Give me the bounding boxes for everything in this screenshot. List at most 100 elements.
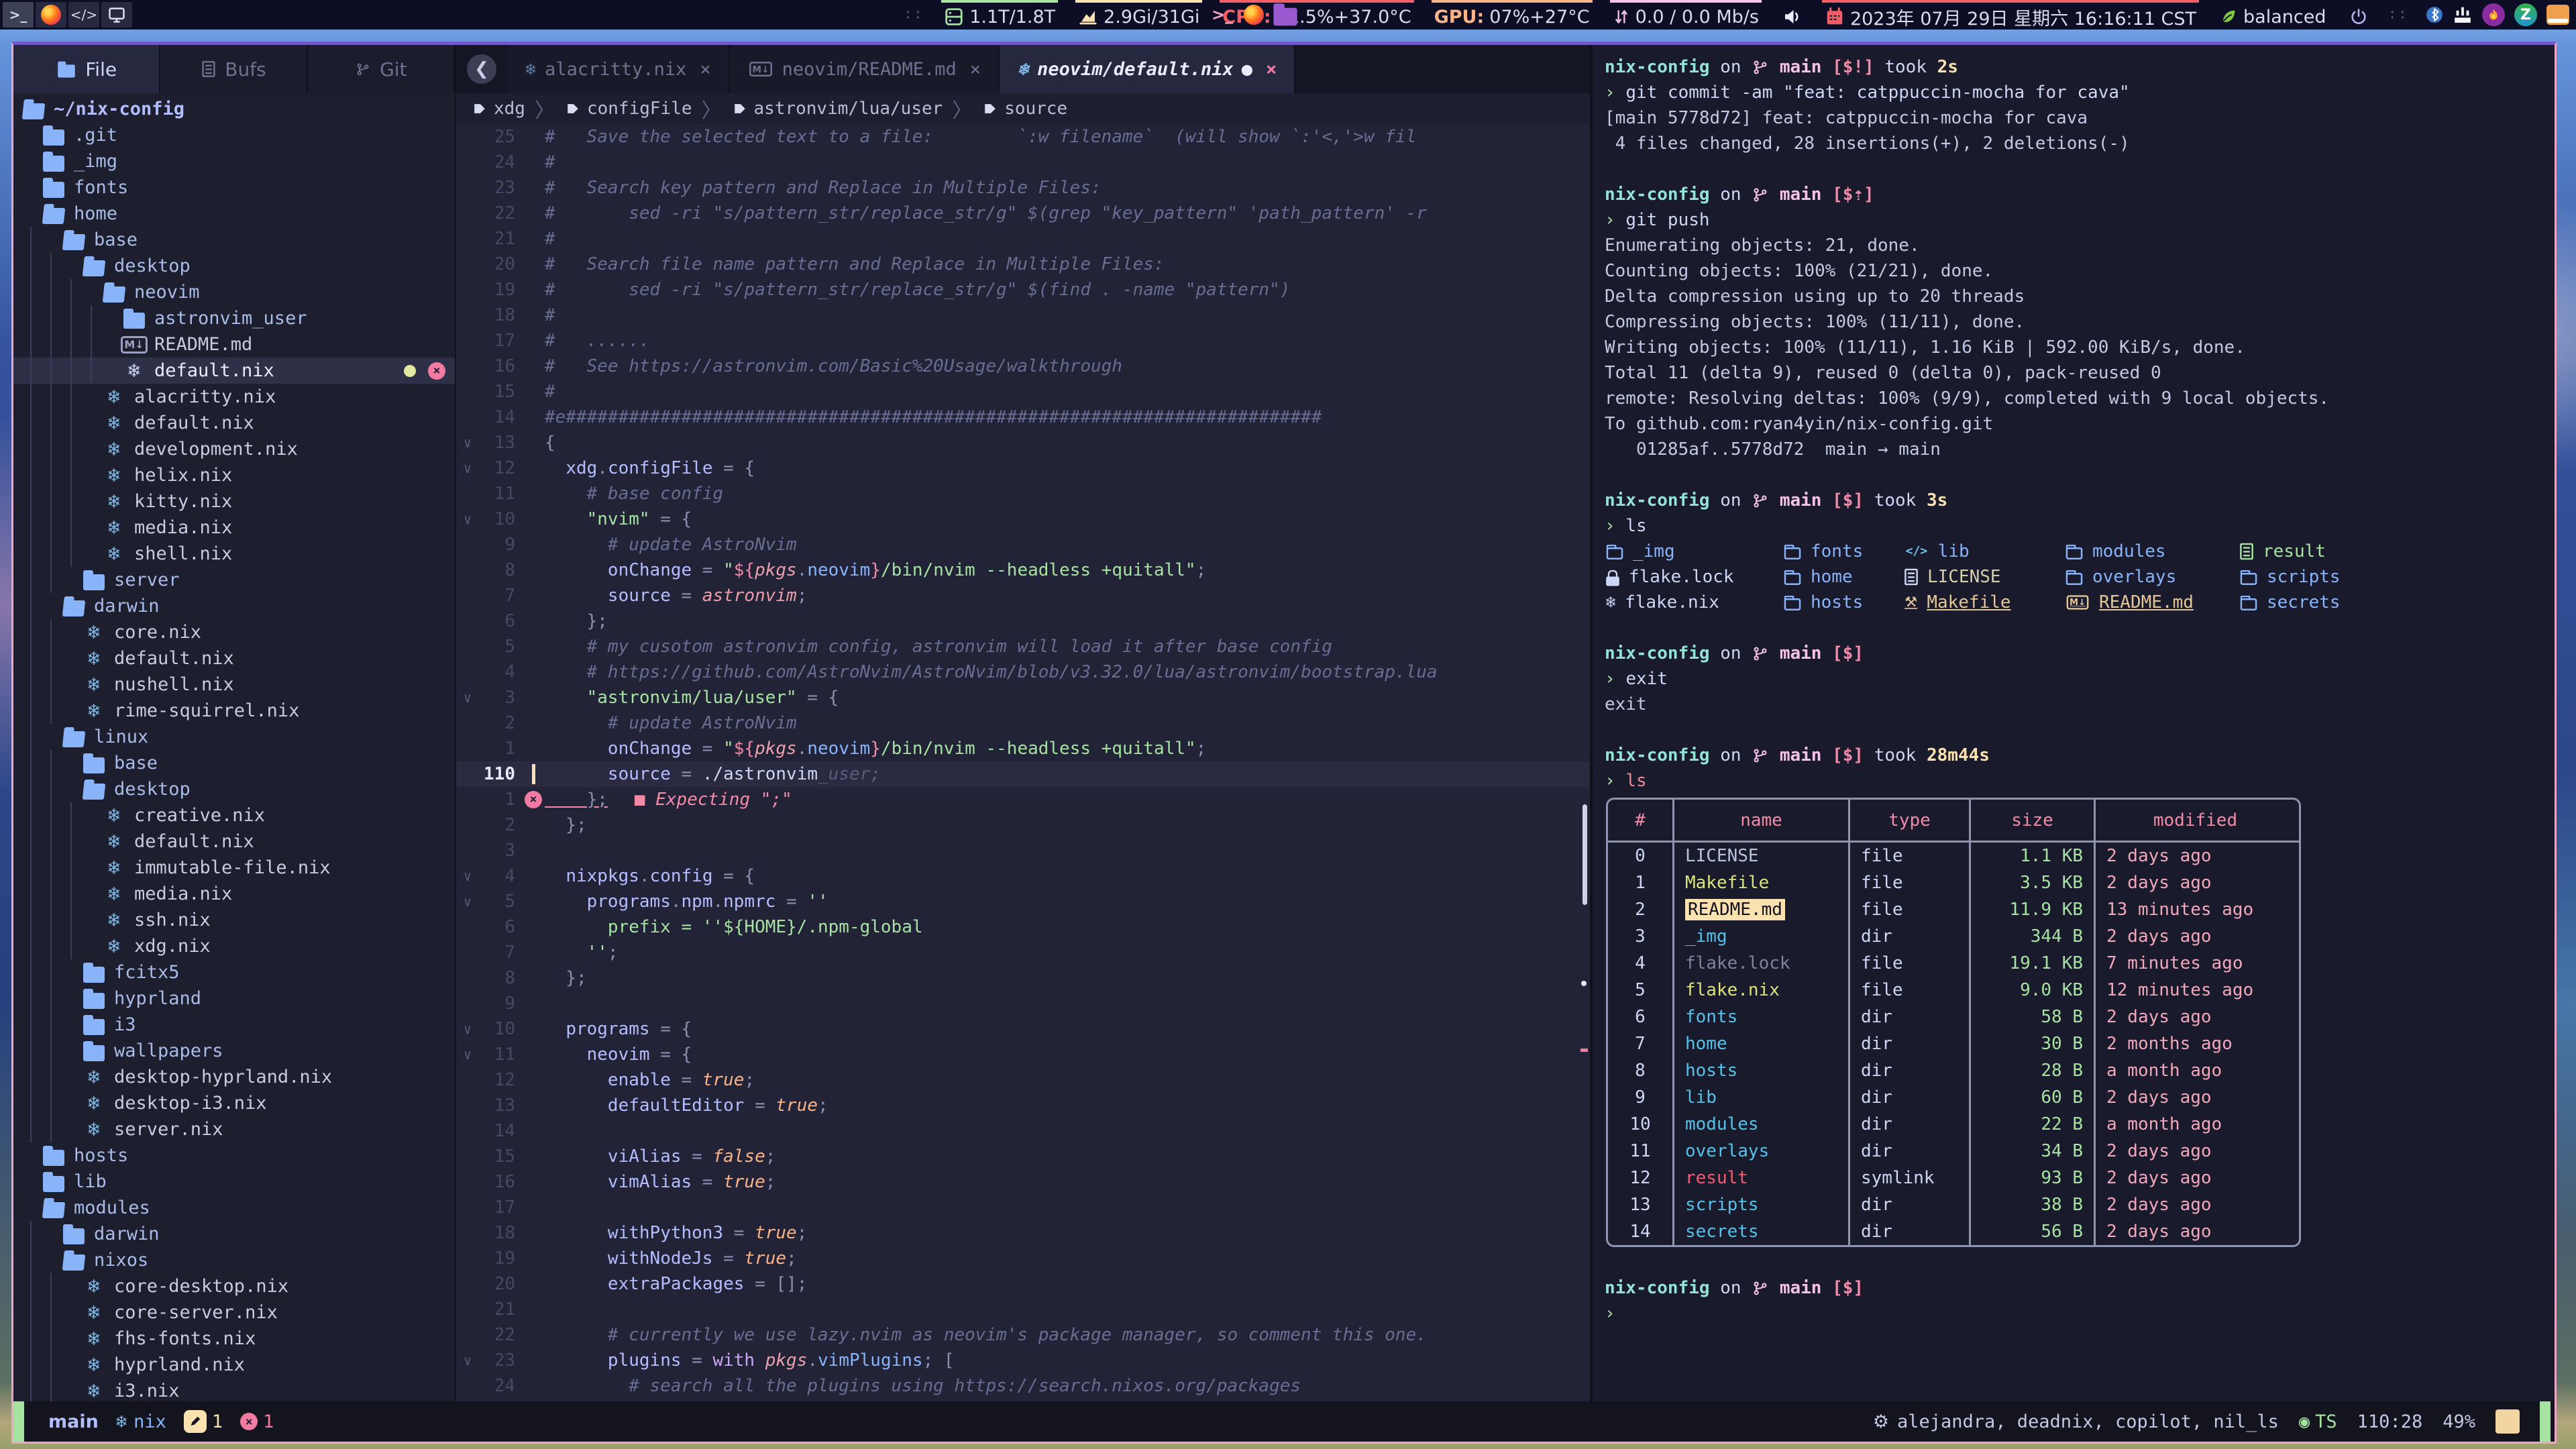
launch-terminal-icon[interactable]: >_ xyxy=(1212,5,1233,24)
code-line[interactable]: ∨10 programs = { xyxy=(456,1016,1590,1042)
tree-item[interactable]: .git xyxy=(13,122,455,148)
code-line[interactable]: 7 source = astronvim; xyxy=(456,583,1590,608)
tree-item[interactable]: ❄development.nix xyxy=(13,436,455,462)
tree-item[interactable]: ❄media.nix xyxy=(13,515,455,541)
tree-item[interactable]: _img xyxy=(13,148,455,174)
tab-scroll-left-button[interactable]: ❮ xyxy=(467,54,496,84)
tree-item[interactable]: desktop xyxy=(13,253,455,279)
code-line[interactable]: 11 # base config xyxy=(456,481,1590,506)
code-line[interactable]: 15# xyxy=(456,379,1590,405)
tree-item[interactable]: ❄helix.nix xyxy=(13,462,455,488)
book-icon[interactable] xyxy=(2546,5,2569,25)
ls-entry[interactable]: overlays xyxy=(2064,564,2239,590)
tree-item[interactable]: ❄nushell.nix xyxy=(13,672,455,698)
ls-entry[interactable]: hosts xyxy=(1782,590,1903,615)
fcitx-icon[interactable] xyxy=(2453,5,2473,25)
code-line[interactable]: ∨4 nixpkgs.config = { xyxy=(456,863,1590,889)
close-icon[interactable]: × xyxy=(700,59,710,80)
ls-entry[interactable]: home xyxy=(1782,564,1903,590)
tree-item[interactable]: neovim xyxy=(13,279,455,305)
tree-item[interactable]: nixos xyxy=(13,1247,455,1273)
tree-item[interactable]: ❄desktop-i3.nix xyxy=(13,1090,455,1116)
ls-entry[interactable]: ⚒Makefile xyxy=(1903,590,2064,615)
zapp-icon[interactable]: Z xyxy=(2514,3,2537,26)
tree-item[interactable]: ❄core-server.nix xyxy=(13,1299,455,1326)
ls-entry[interactable]: secrets xyxy=(2239,590,2379,615)
workspace-3[interactable]: </> xyxy=(68,2,99,28)
tree-item[interactable]: ❄xdg.nix xyxy=(13,933,455,959)
tree-item[interactable]: darwin xyxy=(13,1221,455,1247)
tree-item[interactable]: ❄hyprland.nix xyxy=(13,1352,455,1378)
tree-item[interactable]: ❄default.nix xyxy=(13,410,455,436)
code-line[interactable]: 2 }; xyxy=(456,812,1590,838)
module-volume[interactable] xyxy=(1779,0,1805,30)
flame-icon[interactable] xyxy=(2482,3,2505,26)
launch-firefox-icon[interactable] xyxy=(1244,5,1264,25)
module-power-profile[interactable]: balanced xyxy=(2216,0,2328,30)
code-line[interactable]: 24 # search all the plugins using https:… xyxy=(456,1373,1590,1399)
ls-entry[interactable]: scripts xyxy=(2239,564,2379,590)
scrollbar-thumb[interactable] xyxy=(1582,804,1587,905)
launch-folder-icon[interactable] xyxy=(1274,8,1297,25)
tree-item[interactable]: darwin xyxy=(13,593,455,619)
code-line[interactable]: 15 viAlias = false; xyxy=(456,1144,1590,1169)
tree-item[interactable]: server xyxy=(13,567,455,593)
code-line[interactable]: 6 prefix = ''${HOME}/.npm-global xyxy=(456,914,1590,940)
tree-item[interactable]: modules xyxy=(13,1195,455,1221)
tree-item[interactable]: base xyxy=(13,227,455,253)
tree-item[interactable]: fonts xyxy=(13,174,455,201)
tree-item[interactable]: linux xyxy=(13,724,455,750)
tree-item[interactable]: hyprland xyxy=(13,985,455,1012)
code-line[interactable]: 25# Save the selected text to a file: `:… xyxy=(456,124,1590,150)
close-icon[interactable]: × xyxy=(970,59,981,80)
workspace-2[interactable] xyxy=(36,2,66,28)
code-line[interactable]: 2 # update AstroNvim xyxy=(456,710,1590,736)
code-line[interactable]: 22# sed -ri "s/pattern_str/replace_str/g… xyxy=(456,201,1590,226)
tree-item[interactable]: ❄rime-squirrel.nix xyxy=(13,698,455,724)
code-line[interactable]: 19# sed -ri "s/pattern_str/replace_str/g… xyxy=(456,277,1590,303)
ls-entry[interactable]: modules xyxy=(2064,539,2239,564)
tree-item[interactable]: base xyxy=(13,750,455,776)
code-line[interactable]: 18 withPython3 = true; xyxy=(456,1220,1590,1246)
ls-entry[interactable]: flake.lock xyxy=(1605,564,1782,590)
code-line[interactable]: 5 # my cusotom astronvim config, astronv… xyxy=(456,634,1590,659)
code-line[interactable]: 1× };■ Expecting ";" xyxy=(456,787,1590,812)
tree-item[interactable]: ❄core.nix xyxy=(13,619,455,645)
tree-item[interactable]: i3 xyxy=(13,1012,455,1038)
tree-item[interactable]: ❄immutable-file.nix xyxy=(13,855,455,881)
tree-item[interactable]: ❄server.nix xyxy=(13,1116,455,1142)
tree-item[interactable]: hosts xyxy=(13,1142,455,1169)
code-line[interactable]: 14#e####################################… xyxy=(456,405,1590,430)
code-line[interactable]: 16 vimAlias = true; xyxy=(456,1169,1590,1195)
ls-entry[interactable]: _img xyxy=(1605,539,1782,564)
breadcrumb-item[interactable]: astronvim/lua/user xyxy=(731,99,943,119)
ls-entry[interactable]: M↓README.md xyxy=(2064,590,2239,615)
buffer-tab[interactable]: ❄alacritty.nix× xyxy=(507,45,730,93)
code-line[interactable]: 23# Search key pattern and Replace in Mu… xyxy=(456,175,1590,201)
breadcrumb-item[interactable]: xdg xyxy=(471,99,525,119)
code-line[interactable]: 12 enable = true; xyxy=(456,1067,1590,1093)
code-line[interactable]: 1 onChange = "${pkgs.neovim}/bin/nvim --… xyxy=(456,736,1590,761)
tree-item[interactable]: ❄default.nix xyxy=(13,645,455,672)
code-line[interactable]: 21 xyxy=(456,1297,1590,1322)
code-line[interactable]: 22 # currently we use lazy.nvim as neovi… xyxy=(456,1322,1590,1348)
tree-item[interactable]: ❄kitty.nix xyxy=(13,488,455,515)
code-line[interactable]: 8 }; xyxy=(456,965,1590,991)
editor-scrollbar[interactable] xyxy=(1579,45,1590,1401)
code-line[interactable]: 24# xyxy=(456,150,1590,175)
tree-item[interactable]: ❄ssh.nix xyxy=(13,907,455,933)
code-line[interactable]: ∨10 "nvim" = { xyxy=(456,506,1590,532)
tree-item[interactable]: M↓README.md xyxy=(13,331,455,358)
neotree-tab-bufs[interactable]: Bufs xyxy=(160,45,307,93)
tree-item[interactable]: ❄shell.nix xyxy=(13,541,455,567)
workspace-4[interactable] xyxy=(101,2,132,28)
tree-item[interactable]: ❄media.nix xyxy=(13,881,455,907)
code-area[interactable]: 25# Save the selected text to a file: `:… xyxy=(456,124,1590,1401)
terminal-split[interactable]: nix-config on main [$!] took 2s› git com… xyxy=(1590,45,2555,1401)
neotree-tab-git[interactable]: Git xyxy=(308,45,455,93)
code-line[interactable]: 17 xyxy=(456,1195,1590,1220)
buffer-tab[interactable]: ❄neovim/default.nix●× xyxy=(1000,45,1295,93)
code-line[interactable]: 7 ''; xyxy=(456,940,1590,965)
code-line[interactable]: 16# See https://astronvim.com/Basic%20Us… xyxy=(456,354,1590,379)
code-line[interactable]: 110 source = ./astronvim_user; xyxy=(456,761,1590,787)
